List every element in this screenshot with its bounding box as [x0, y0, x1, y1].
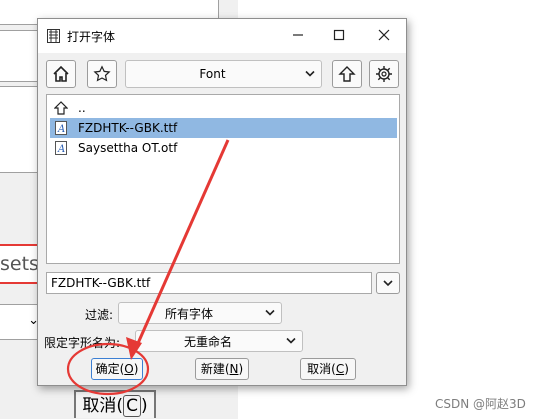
filter-select[interactable]: 所有字体: [118, 302, 282, 324]
list-item-parent[interactable]: ..: [50, 98, 397, 118]
chevron-down-icon: [383, 279, 393, 286]
parent-folder-button[interactable]: [332, 60, 362, 88]
chevron-down-icon: [265, 309, 275, 316]
rename-select[interactable]: 无重命名: [135, 330, 303, 352]
favorites-button[interactable]: [87, 60, 117, 88]
new-key: N: [229, 362, 239, 376]
watermark: CSDN @阿赵3D: [435, 397, 526, 411]
list-item-fzdhtk[interactable]: A FZDHTK--GBK.ttf: [50, 118, 397, 138]
maximize-button[interactable]: [326, 25, 352, 47]
filename-input[interactable]: [46, 272, 372, 294]
ok-button[interactable]: 确定(O): [91, 358, 143, 380]
cancel-key: C: [335, 362, 345, 376]
filter-label: 过滤:: [85, 308, 114, 322]
up-arrow-icon: [52, 101, 70, 115]
close-icon: [378, 29, 390, 41]
dialog-title: 打开字体: [67, 30, 116, 44]
chevron-down-icon: [305, 70, 315, 77]
background-cancel-label: 取消: [82, 396, 117, 416]
new-button[interactable]: 新建(N): [195, 358, 249, 380]
ok-key: O: [124, 362, 134, 376]
close-button[interactable]: [371, 25, 397, 47]
list-item-saysettha[interactable]: A Saysettha OT.otf: [50, 138, 397, 158]
background-cancel-button[interactable]: 取消(C): [74, 390, 156, 418]
svg-text:A: A: [57, 124, 65, 135]
star-icon: [93, 65, 111, 82]
gear-icon: [376, 66, 392, 82]
chevron-down-icon: [286, 337, 296, 344]
minimize-icon: [293, 34, 303, 36]
list-item-label: FZDHTK--GBK.ttf: [78, 121, 178, 135]
home-icon: [53, 65, 69, 82]
font-file-icon: A: [52, 141, 70, 155]
maximize-icon: [333, 29, 345, 41]
file-list[interactable]: .. A FZDHTK--GBK.ttf A Saysettha OT.otf: [46, 94, 400, 264]
list-item-label: ..: [78, 101, 86, 115]
background-cancel-key: C: [123, 395, 141, 417]
filter-value: 所有字体: [164, 306, 213, 321]
cancel-button[interactable]: 取消(C): [300, 358, 356, 380]
list-item-label: Saysettha OT.otf: [78, 141, 178, 155]
settings-button[interactable]: [369, 60, 399, 88]
open-font-dialog: 打开字体 Font .. A FZDHTK--GBK.ttf A Saysett…: [37, 18, 407, 386]
location-value: Font: [199, 67, 226, 81]
new-label: 新建: [200, 362, 225, 376]
cancel-label: 取消: [307, 362, 332, 376]
home-button[interactable]: [46, 60, 76, 88]
minimize-button[interactable]: [285, 25, 311, 47]
location-combo[interactable]: Font: [125, 60, 322, 88]
ok-label: 确定: [95, 362, 120, 376]
rename-value: 无重命名: [183, 334, 232, 349]
history-dropdown-button[interactable]: [376, 272, 400, 294]
up-arrow-icon: [338, 66, 356, 82]
title-bar: 打开字体: [38, 19, 406, 53]
rename-label: 限定字形名为:: [44, 336, 121, 350]
app-icon: [47, 29, 60, 43]
font-file-icon: A: [52, 121, 70, 135]
svg-text:A: A: [57, 144, 65, 155]
